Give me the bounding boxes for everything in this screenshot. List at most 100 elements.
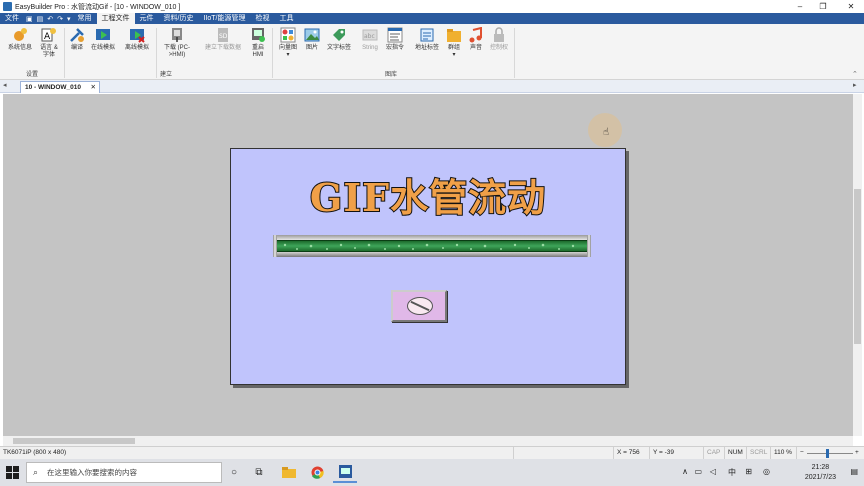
- offline-sim-button[interactable]: 离线模拟: [123, 27, 151, 52]
- clock-date: 2021/7/23: [804, 474, 836, 481]
- tab-view[interactable]: 检视: [250, 13, 274, 24]
- download-icon: [169, 27, 185, 43]
- sound-button[interactable]: 声音: [466, 26, 486, 52]
- tray-overflow-icon[interactable]: ∧: [682, 467, 688, 476]
- task-view-icon[interactable]: ⧉: [247, 462, 271, 483]
- redo-icon[interactable]: ↷: [55, 15, 65, 23]
- macro-button[interactable]: 宏指令: [384, 27, 406, 52]
- network-icon[interactable]: ▭: [694, 467, 702, 476]
- ribbon-collapse-icon[interactable]: ⌃: [852, 70, 858, 78]
- string-button[interactable]: abc String: [358, 27, 382, 52]
- tab-scroll-right-icon[interactable]: ▸: [853, 81, 857, 89]
- build-download-data-button[interactable]: SD 建立下载数据: [200, 27, 246, 52]
- search-icon: ⌕: [33, 467, 39, 477]
- compile-button[interactable]: 编译: [67, 27, 87, 52]
- file-explorer-icon[interactable]: [277, 462, 301, 483]
- tab-common[interactable]: 常用: [73, 13, 97, 24]
- address-tag-icon: [419, 27, 435, 43]
- undo-icon[interactable]: ↶: [45, 15, 55, 23]
- zoom-slider-thumb[interactable]: [826, 449, 829, 458]
- hmi-title-text[interactable]: GIF水管流动: [273, 174, 583, 221]
- address-tag-button[interactable]: 地址标签: [412, 27, 442, 52]
- download-button[interactable]: 下载 (PC- >HMI): [160, 27, 194, 59]
- clock[interactable]: 21:28 2021/7/23: [805, 463, 836, 483]
- picture-icon: [304, 27, 320, 43]
- text-label-button[interactable]: 文字标签: [324, 27, 354, 52]
- ribbon: 系统信息 A 语言 & 字体 编译 在线模拟 离线模拟 下载 (PC- >HMI…: [0, 24, 864, 80]
- offline-sim-icon: [129, 27, 145, 43]
- hmi-window[interactable]: GIF水管流动: [230, 148, 626, 385]
- ribbon-separator: [514, 28, 515, 78]
- svg-text:SD: SD: [219, 33, 228, 40]
- status-bar: TK6071iP (800 x 480) X = 756 Y = -39 CAP…: [0, 446, 864, 460]
- title-bar: EasyBuilder Pro : 水管流动Gif - [10 - WINDOW…: [0, 0, 864, 13]
- sound-icon: [468, 26, 484, 43]
- ribbon-separator: [64, 28, 65, 78]
- chrome-icon[interactable]: [305, 462, 329, 483]
- svg-text:abc: abc: [364, 33, 375, 40]
- tab-data-history[interactable]: 资料/历史: [159, 13, 199, 24]
- ribbon-separator: [272, 28, 273, 78]
- pipe-water-flow: [277, 240, 587, 252]
- restore-button[interactable]: ❐: [810, 0, 836, 13]
- system-info-icon: [12, 27, 28, 43]
- system-info-button[interactable]: 系统信息: [6, 27, 34, 52]
- save-icon[interactable]: ▣: [24, 15, 35, 23]
- compile-icon: [69, 27, 85, 43]
- svg-text:A: A: [44, 32, 51, 42]
- language-font-icon: A: [41, 27, 57, 43]
- zoom-in-icon[interactable]: +: [855, 447, 859, 459]
- close-button[interactable]: ✕: [838, 0, 864, 13]
- notification-icon[interactable]: ▤: [850, 467, 858, 476]
- ribbon-separator: [156, 28, 157, 78]
- tab-project[interactable]: 工程文件: [96, 13, 135, 24]
- vector-graphics-button[interactable]: 向量图 ▾: [276, 27, 300, 59]
- menu-file[interactable]: 文件: [0, 13, 24, 24]
- window-title: EasyBuilder Pro : 水管流动Gif - [10 - WINDOW…: [15, 3, 181, 11]
- tab-window-010[interactable]: 10 - WINDOW_010 ✕: [20, 81, 100, 93]
- taskbar: ⌕ 在这里输入你要搜索的内容 ○ ⧉ ∧ ▭ ◁ 中 ⊞ ◎ 21:28 202…: [0, 459, 864, 486]
- tab-objects[interactable]: 元件: [135, 13, 159, 24]
- pipe-cap-right: [587, 235, 591, 257]
- horizontal-scroll-thumb[interactable]: [13, 438, 135, 444]
- tag-icon: [331, 27, 347, 43]
- quick-access-dropdown-icon[interactable]: ▾: [65, 15, 73, 23]
- restart-hmi-button[interactable]: 重启 HMI: [248, 27, 268, 59]
- group-label-library: 图库: [385, 72, 398, 78]
- water-pipe-gif[interactable]: [273, 235, 591, 257]
- flow-toggle-button[interactable]: [391, 290, 447, 322]
- tab-scroll-left-icon[interactable]: ◂: [3, 81, 7, 89]
- group-button[interactable]: 群组 ▾: [444, 27, 464, 59]
- menu-bar: 文件 ▣ ▤ ↶ ↷ ▾ 常用 工程文件 元件 资料/历史 IIoT/能源管理 …: [0, 13, 864, 24]
- zoom-slider[interactable]: [807, 453, 853, 454]
- document-tab-bar: ◂ 10 - WINDOW_010 ✕ ▸: [0, 80, 864, 93]
- sd-card-icon: SD: [215, 27, 231, 43]
- picture-button[interactable]: 图片: [302, 27, 322, 52]
- vertical-scrollbar[interactable]: [853, 94, 862, 436]
- windows-start-icon[interactable]: [6, 466, 19, 479]
- group-label-build: 建立: [160, 72, 173, 78]
- easybuilder-taskbar-icon[interactable]: [333, 462, 357, 483]
- horizontal-scrollbar[interactable]: [3, 436, 853, 446]
- cortana-icon[interactable]: ○: [222, 462, 246, 483]
- ime-indicator[interactable]: 中: [728, 467, 736, 478]
- tab-close-icon[interactable]: ✕: [91, 82, 96, 93]
- vertical-scroll-thumb[interactable]: [854, 189, 861, 344]
- taskbar-search-box[interactable]: ⌕ 在这里输入你要搜索的内容: [26, 462, 222, 483]
- tab-tools[interactable]: 工具: [274, 13, 298, 24]
- macro-icon: [387, 27, 403, 43]
- restart-hmi-icon: [250, 27, 266, 43]
- print-icon[interactable]: ▤: [35, 15, 46, 23]
- group-label-settings: 设置: [26, 72, 39, 78]
- pill-icon: [407, 297, 433, 315]
- vector-icon: [280, 27, 296, 43]
- online-sim-button[interactable]: 在线模拟: [89, 27, 117, 52]
- language-font-button[interactable]: A 语言 & 字体: [37, 27, 61, 59]
- app-tray-icon[interactable]: ◎: [763, 467, 770, 476]
- tab-iiot[interactable]: IIoT/能源管理: [198, 13, 250, 24]
- input-method-icon[interactable]: ⊞: [745, 467, 752, 476]
- clock-time: 21:28: [811, 464, 830, 471]
- app-icon: [3, 2, 12, 11]
- volume-icon[interactable]: ◁: [710, 467, 716, 476]
- control-button[interactable]: 控制权: [488, 27, 510, 52]
